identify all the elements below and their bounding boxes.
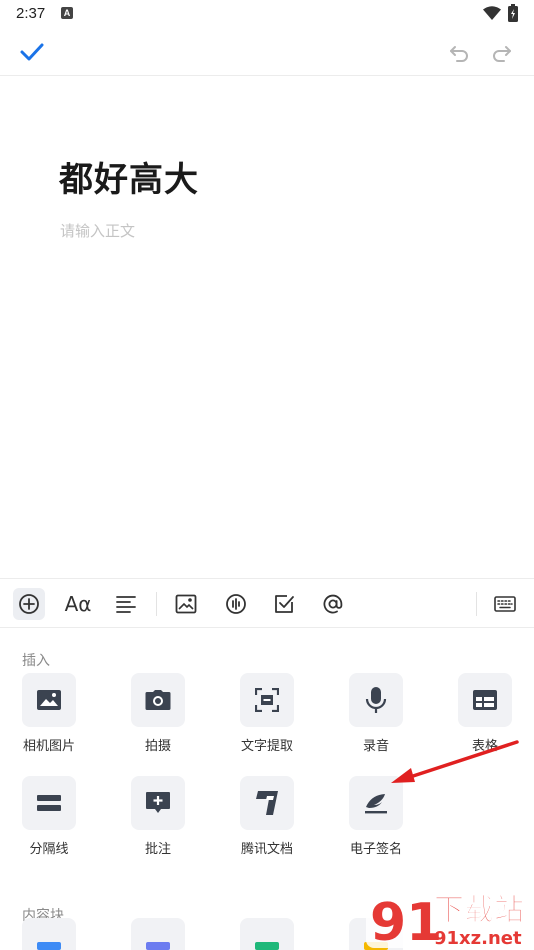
watermark-logo: 91 下载站 91xz.net <box>366 888 524 950</box>
formatting-toolbar: Aα <box>0 578 534 628</box>
insert-item-label: 批注 <box>144 842 171 857</box>
font-style-label: Aα <box>64 592 92 616</box>
at-sign-icon <box>323 594 343 614</box>
done-check-icon[interactable] <box>18 40 46 64</box>
block-color-chip <box>37 942 61 950</box>
document-title[interactable]: 都好高大 <box>59 152 199 201</box>
plus-circle-icon <box>19 594 39 614</box>
watermark-number: 91 <box>370 893 442 950</box>
battery-icon <box>508 4 518 22</box>
redo-icon[interactable] <box>490 40 514 64</box>
insert-audio-button[interactable] <box>220 588 252 620</box>
insert-item-label: 分隔线 <box>29 842 69 857</box>
insert-item-capture[interactable]: 拍摄 <box>118 673 198 754</box>
image-frame-icon <box>175 594 197 614</box>
insert-item-divider[interactable]: 分隔线 <box>9 776 89 857</box>
insert-item-comment[interactable]: 批注 <box>118 776 198 857</box>
watermark-domain: 91xz.net <box>434 928 522 949</box>
notification-a-icon: A <box>61 7 73 19</box>
wifi-icon <box>483 6 501 20</box>
insert-item-text-extract[interactable]: 文字提取 <box>227 673 307 754</box>
insert-item-camera-image[interactable]: 相机图片 <box>9 673 89 754</box>
insert-item-tencent-docs[interactable]: 腾讯文档 <box>227 776 307 857</box>
insert-plus-button[interactable] <box>13 588 45 620</box>
status-bar: 2:37 A <box>0 0 534 28</box>
checkbox-icon <box>275 595 294 613</box>
divider-icon <box>37 795 61 811</box>
signature-icon <box>365 794 387 814</box>
annotation-arrow-icon <box>391 740 519 783</box>
camera-icon <box>145 690 171 710</box>
editor-top-bar <box>0 28 534 76</box>
insert-item-e-signature[interactable]: 电子签名 <box>336 776 416 857</box>
image-icon <box>37 690 61 710</box>
content-block-item[interactable] <box>22 918 76 950</box>
font-style-button[interactable]: Aα <box>62 588 94 620</box>
keyboard-toggle-button[interactable] <box>489 588 521 620</box>
checklist-button[interactable] <box>268 588 300 620</box>
toolbar-separator <box>156 592 157 616</box>
microphone-icon <box>365 687 387 713</box>
audio-wave-icon <box>226 594 246 614</box>
align-left-icon <box>116 596 136 613</box>
block-color-chip <box>255 942 279 950</box>
comment-icon <box>146 792 170 813</box>
insert-item-label: 文字提取 <box>240 739 293 754</box>
insert-item-label: 腾讯文档 <box>240 842 293 857</box>
mention-button[interactable] <box>317 588 349 620</box>
keyboard-icon <box>494 596 516 612</box>
insert-item-label: 拍摄 <box>144 739 171 754</box>
content-block-item[interactable] <box>240 918 294 950</box>
text-scan-icon <box>255 688 279 712</box>
document-body-input[interactable]: 请输入正文 <box>60 220 135 241</box>
toolbar-separator <box>476 592 477 616</box>
insert-image-button[interactable] <box>170 588 202 620</box>
undo-icon[interactable] <box>447 40 471 64</box>
content-block-item[interactable] <box>131 918 185 950</box>
status-time: 2:37 <box>16 5 46 22</box>
insert-section-label: 插入 <box>22 653 50 669</box>
paragraph-align-button[interactable] <box>110 588 142 620</box>
table-icon <box>473 690 497 710</box>
insert-item-label: 电子签名 <box>349 842 402 857</box>
insert-item-label: 相机图片 <box>22 739 75 754</box>
watermark-title: 下载站 <box>434 893 524 928</box>
tencent-docs-icon <box>256 791 278 815</box>
block-color-chip <box>146 942 170 950</box>
